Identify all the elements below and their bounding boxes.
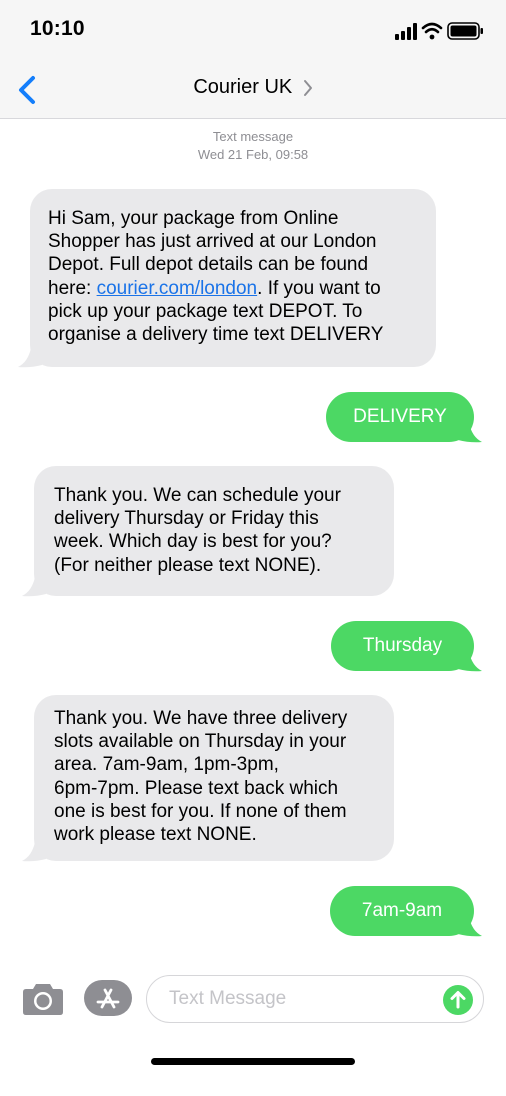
message-text: Thursday — [362, 635, 443, 656]
message-line: organise a delivery time text DELIVERY — [48, 324, 384, 346]
chevron-right-icon — [303, 79, 312, 96]
message-type-label: Text message — [212, 129, 294, 144]
message-line: week. Which day is best for you? — [54, 531, 332, 553]
message-input[interactable] — [146, 975, 484, 1023]
message-bubble-outgoing: DELIVERY — [326, 392, 474, 442]
message-line: (For neither please text NONE). — [54, 554, 322, 576]
message-text: . If you want to — [257, 277, 381, 299]
contact-name: Courier UK — [193, 76, 293, 98]
battery-icon — [447, 22, 483, 40]
status-icons — [395, 22, 483, 40]
message-line: delivery Thursday or Friday this — [54, 508, 319, 530]
app-store-icon[interactable] — [82, 978, 134, 1018]
send-arrow-icon — [450, 991, 466, 1009]
send-button[interactable] — [443, 985, 473, 1015]
message-line: pick up your package text DEPOT. To — [48, 300, 363, 322]
message-line: Shopper has just arrived at our London — [48, 231, 377, 253]
message-timestamp: Wed 21 Feb, 09:58 — [197, 147, 309, 162]
message-line: slots available on Thursday in your — [54, 731, 347, 753]
message-bubble-incoming: Hi Sam, your package from Online Shopper… — [30, 189, 436, 367]
depot-link[interactable]: courier.com/london — [97, 278, 258, 299]
message-line: area. 7am-9am, 1pm-3pm, — [54, 754, 279, 776]
status-time: 10:10 — [30, 17, 85, 40]
message-text: here: — [48, 277, 97, 299]
message-line: one is best for you. If none of them — [54, 800, 347, 822]
message-text: DELIVERY — [353, 406, 447, 427]
message-text: 7am-9am — [361, 900, 443, 921]
camera-icon[interactable] — [22, 980, 64, 1016]
status-bar: 10:10 — [0, 0, 506, 60]
message-bubble-outgoing: 7am-9am — [330, 886, 474, 936]
home-indicator[interactable] — [151, 1058, 355, 1065]
message-line: Thank you. We have three delivery — [54, 708, 348, 729]
wifi-icon — [421, 22, 443, 40]
message-bubble-incoming: Thank you. We can schedule your delivery… — [34, 466, 394, 596]
message-line: work please text NONE. — [54, 824, 257, 846]
message-line: 6pm-7pm. Please text back which — [54, 777, 339, 799]
message-line: Hi Sam, your package from Online — [48, 208, 339, 229]
message-line: here: courier.com/london. If you want to — [48, 277, 426, 300]
contact-header[interactable]: Courier UK — [0, 76, 506, 99]
nav-bar: Courier UK — [0, 60, 506, 119]
message-bubble-outgoing: Thursday — [331, 621, 474, 671]
message-bubble-incoming: Thank you. We have three delivery slots … — [34, 695, 394, 861]
message-line: Depot. Full depot details can be found — [48, 254, 369, 276]
message-line: Thank you. We can schedule your — [54, 485, 341, 506]
signal-icon — [395, 23, 417, 40]
